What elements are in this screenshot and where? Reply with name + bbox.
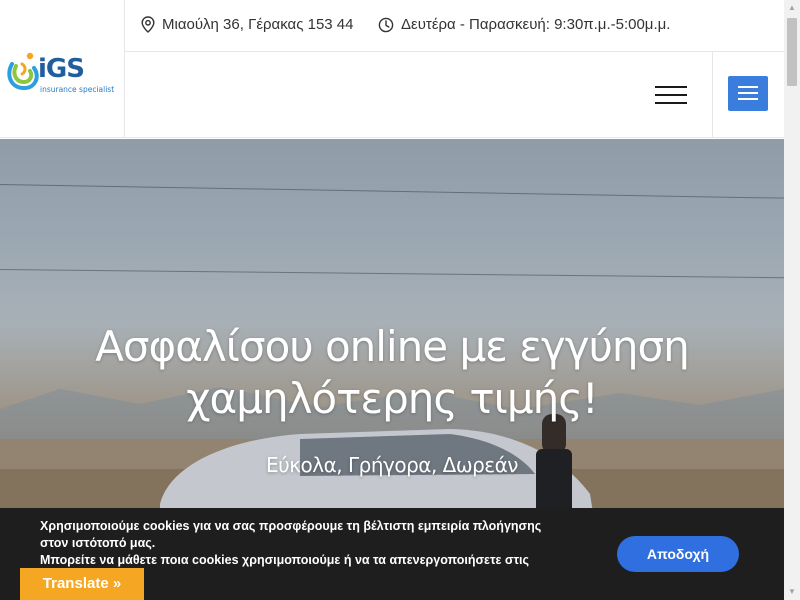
nav-divider (712, 52, 713, 138)
page-scrollbar[interactable]: ▲ ▼ (784, 0, 800, 600)
site-header: iGS insurance specialist Μιαούλη 36, Γέρ… (0, 0, 784, 138)
logo-swirl-icon (7, 52, 39, 91)
scroll-up-arrow-icon[interactable]: ▲ (784, 0, 800, 16)
hero-title: Ασφαλίσου online με εγγύηση χαμηλότερης … (0, 321, 784, 425)
accept-cookies-button[interactable]: Αποδοχή (617, 536, 739, 572)
cookie-text-line-1: Χρησιμοποιούμε cookies για να σας προσφέ… (40, 519, 542, 533)
map-pin-icon (141, 16, 155, 33)
address-info: Μιαούλη 36, Γέρακας 153 44 (141, 16, 354, 33)
scroll-down-arrow-icon[interactable]: ▼ (784, 584, 800, 600)
hero-title-line-1: Ασφαλίσου online με εγγύηση (95, 322, 690, 371)
hamburger-icon[interactable] (655, 84, 687, 106)
translate-button[interactable]: Translate » (20, 568, 144, 600)
logo-tagline: insurance specialist (40, 85, 115, 94)
address-text: Μιαούλη 36, Γέρακας 153 44 (162, 16, 354, 33)
hero-title-line-2: χαμηλότερης τιμής! (186, 374, 598, 423)
logo-wordmark: iGS (38, 54, 85, 84)
site-logo[interactable]: iGS insurance specialist (6, 46, 122, 98)
cookie-message: Χρησιμοποιούμε cookies για να σας προσφέ… (40, 518, 580, 569)
clock-icon (378, 17, 394, 32)
scroll-thumb[interactable] (787, 18, 797, 86)
hours-info: Δευτέρα - Παρασκευή: 9:30π.μ.-5:00μ.μ. (378, 16, 670, 33)
cookie-text-line-2: στον ιστότοπό μας. (40, 536, 156, 550)
hero-subtitle: Εύκολα, Γρήγορα, Δωρεάν (266, 453, 518, 477)
logo-column: iGS insurance specialist (0, 0, 125, 138)
menu-button[interactable] (728, 76, 768, 111)
cookie-text-line-3: Μπορείτε να μάθετε ποια cookies χρησιμοπ… (40, 553, 530, 567)
hours-text: Δευτέρα - Παρασκευή: 9:30π.μ.-5:00μ.μ. (401, 16, 671, 33)
top-info-bar: Μιαούλη 36, Γέρακας 153 44 Δευτέρα - Παρ… (125, 0, 784, 52)
nav-row (125, 52, 784, 138)
